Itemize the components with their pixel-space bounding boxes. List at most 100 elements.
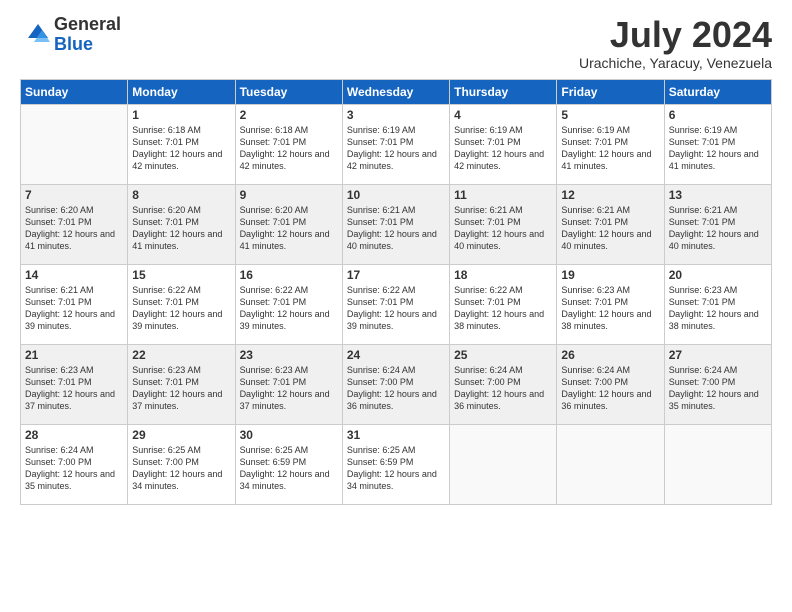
day-number: 23 xyxy=(240,348,338,362)
title-block: July 2024 Urachiche, Yaracuy, Venezuela xyxy=(579,15,772,71)
cell-info: Sunrise: 6:22 AMSunset: 7:01 PMDaylight:… xyxy=(240,284,338,333)
day-number: 4 xyxy=(454,108,552,122)
cell-info: Sunrise: 6:20 AMSunset: 7:01 PMDaylight:… xyxy=(25,204,123,253)
cell-info: Sunrise: 6:23 AMSunset: 7:01 PMDaylight:… xyxy=(132,364,230,413)
day-number: 29 xyxy=(132,428,230,442)
cell-info: Sunrise: 6:19 AMSunset: 7:01 PMDaylight:… xyxy=(561,124,659,173)
logo-text: General Blue xyxy=(54,15,121,55)
day-number: 28 xyxy=(25,428,123,442)
day-number: 18 xyxy=(454,268,552,282)
cell-info: Sunrise: 6:23 AMSunset: 7:01 PMDaylight:… xyxy=(240,364,338,413)
calendar-table: Sunday Monday Tuesday Wednesday Thursday… xyxy=(20,79,772,505)
table-row: 12Sunrise: 6:21 AMSunset: 7:01 PMDayligh… xyxy=(557,184,664,264)
table-row: 8 Sunrise: 6:20 AMSunset: 7:01 PMDaylight… xyxy=(128,184,235,264)
table-row xyxy=(557,424,664,504)
table-row: 22 Sunrise: 6:23 AMSunset: 7:01 PMDayligh… xyxy=(128,344,235,424)
table-row: 21 Sunrise: 6:23 AMSunset: 7:01 PMDayligh… xyxy=(21,344,128,424)
calendar-week-row: 7 Sunrise: 6:20 AMSunset: 7:01 PMDaylight… xyxy=(21,184,772,264)
day-number: 31 xyxy=(347,428,445,442)
cell-info: Sunrise: 6:21 AMSunset: 7:01 PMDaylight:… xyxy=(25,284,123,333)
day-number: 14 xyxy=(25,268,123,282)
calendar-week-row: 21 Sunrise: 6:23 AMSunset: 7:01 PMDayligh… xyxy=(21,344,772,424)
table-row: 27 Sunrise: 6:24 AMSunset: 7:00 PMDayligh… xyxy=(664,344,771,424)
day-number: 5 xyxy=(561,108,659,122)
day-number: 7 xyxy=(25,188,123,202)
cell-info: Sunrise: 6:21 AMSunset: 7:01 PMDaylight:… xyxy=(561,204,659,253)
cell-info: Sunrise: 6:22 AMSunset: 7:01 PMDaylight:… xyxy=(132,284,230,333)
day-number: 10 xyxy=(347,188,445,202)
cell-info: Sunrise: 6:19 AMSunset: 7:01 PMDaylight:… xyxy=(347,124,445,173)
logo-blue: Blue xyxy=(54,35,121,55)
cell-info: Sunrise: 6:23 AMSunset: 7:01 PMDaylight:… xyxy=(669,284,767,333)
table-row: 10Sunrise: 6:21 AMSunset: 7:01 PMDayligh… xyxy=(342,184,449,264)
cell-info: Sunrise: 6:24 AMSunset: 7:00 PMDaylight:… xyxy=(454,364,552,413)
day-number: 13 xyxy=(669,188,767,202)
day-number: 20 xyxy=(669,268,767,282)
cell-info: Sunrise: 6:24 AMSunset: 7:00 PMDaylight:… xyxy=(669,364,767,413)
table-row xyxy=(21,104,128,184)
header: General Blue July 2024 Urachiche, Yaracu… xyxy=(20,15,772,71)
cell-info: Sunrise: 6:22 AMSunset: 7:01 PMDaylight:… xyxy=(347,284,445,333)
table-row: 26Sunrise: 6:24 AMSunset: 7:00 PMDayligh… xyxy=(557,344,664,424)
day-number: 27 xyxy=(669,348,767,362)
cell-info: Sunrise: 6:23 AMSunset: 7:01 PMDaylight:… xyxy=(561,284,659,333)
cell-info: Sunrise: 6:19 AMSunset: 7:01 PMDaylight:… xyxy=(454,124,552,173)
logo-general: General xyxy=(54,15,121,35)
day-number: 25 xyxy=(454,348,552,362)
table-row: 6Sunrise: 6:19 AMSunset: 7:01 PMDaylight… xyxy=(664,104,771,184)
day-number: 15 xyxy=(132,268,230,282)
logo: General Blue xyxy=(20,15,121,55)
cell-info: Sunrise: 6:25 AMSunset: 7:00 PMDaylight:… xyxy=(132,444,230,493)
day-number: 22 xyxy=(132,348,230,362)
day-number: 8 xyxy=(132,188,230,202)
table-row: 31Sunrise: 6:25 AMSunset: 6:59 PMDayligh… xyxy=(342,424,449,504)
day-number: 19 xyxy=(561,268,659,282)
day-number: 16 xyxy=(240,268,338,282)
table-row: 3Sunrise: 6:19 AMSunset: 7:01 PMDaylight… xyxy=(342,104,449,184)
table-row xyxy=(450,424,557,504)
header-thursday: Thursday xyxy=(450,79,557,104)
location: Urachiche, Yaracuy, Venezuela xyxy=(579,55,772,71)
table-row: 24 Sunrise: 6:24 AMSunset: 7:00 PMDayligh… xyxy=(342,344,449,424)
calendar-week-row: 1Sunrise: 6:18 AMSunset: 7:01 PMDaylight… xyxy=(21,104,772,184)
table-row: 29 Sunrise: 6:25 AMSunset: 7:00 PMDayligh… xyxy=(128,424,235,504)
cell-info: Sunrise: 6:19 AMSunset: 7:01 PMDaylight:… xyxy=(669,124,767,173)
table-row: 19 Sunrise: 6:23 AMSunset: 7:01 PMDayligh… xyxy=(557,264,664,344)
table-row: 7 Sunrise: 6:20 AMSunset: 7:01 PMDaylight… xyxy=(21,184,128,264)
table-row: 16 Sunrise: 6:22 AMSunset: 7:01 PMDayligh… xyxy=(235,264,342,344)
header-sunday: Sunday xyxy=(21,79,128,104)
table-row: 4 Sunrise: 6:19 AMSunset: 7:01 PMDaylight… xyxy=(450,104,557,184)
table-row: 2 Sunrise: 6:18 AMSunset: 7:01 PMDaylight… xyxy=(235,104,342,184)
header-tuesday: Tuesday xyxy=(235,79,342,104)
cell-info: Sunrise: 6:20 AMSunset: 7:01 PMDaylight:… xyxy=(132,204,230,253)
table-row: 20 Sunrise: 6:23 AMSunset: 7:01 PMDayligh… xyxy=(664,264,771,344)
header-friday: Friday xyxy=(557,79,664,104)
table-row: 30Sunrise: 6:25 AMSunset: 6:59 PMDayligh… xyxy=(235,424,342,504)
table-row: 17Sunrise: 6:22 AMSunset: 7:01 PMDayligh… xyxy=(342,264,449,344)
cell-info: Sunrise: 6:18 AMSunset: 7:01 PMDaylight:… xyxy=(240,124,338,173)
cell-info: Sunrise: 6:22 AMSunset: 7:01 PMDaylight:… xyxy=(454,284,552,333)
logo-icon xyxy=(20,20,50,50)
day-number: 9 xyxy=(240,188,338,202)
calendar-header-row: Sunday Monday Tuesday Wednesday Thursday… xyxy=(21,79,772,104)
day-number: 24 xyxy=(347,348,445,362)
table-row: 14 Sunrise: 6:21 AMSunset: 7:01 PMDayligh… xyxy=(21,264,128,344)
day-number: 2 xyxy=(240,108,338,122)
cell-info: Sunrise: 6:24 AMSunset: 7:00 PMDaylight:… xyxy=(347,364,445,413)
table-row: 11 Sunrise: 6:21 AMSunset: 7:01 PMDayligh… xyxy=(450,184,557,264)
day-number: 11 xyxy=(454,188,552,202)
cell-info: Sunrise: 6:24 AMSunset: 7:00 PMDaylight:… xyxy=(561,364,659,413)
table-row: 25 Sunrise: 6:24 AMSunset: 7:00 PMDayligh… xyxy=(450,344,557,424)
month-title: July 2024 xyxy=(579,15,772,55)
table-row: 13 Sunrise: 6:21 AMSunset: 7:01 PMDayligh… xyxy=(664,184,771,264)
header-saturday: Saturday xyxy=(664,79,771,104)
cell-info: Sunrise: 6:24 AMSunset: 7:00 PMDaylight:… xyxy=(25,444,123,493)
cell-info: Sunrise: 6:21 AMSunset: 7:01 PMDaylight:… xyxy=(669,204,767,253)
cell-info: Sunrise: 6:21 AMSunset: 7:01 PMDaylight:… xyxy=(454,204,552,253)
day-number: 21 xyxy=(25,348,123,362)
cell-info: Sunrise: 6:23 AMSunset: 7:01 PMDaylight:… xyxy=(25,364,123,413)
table-row: 15 Sunrise: 6:22 AMSunset: 7:01 PMDayligh… xyxy=(128,264,235,344)
cell-info: Sunrise: 6:20 AMSunset: 7:01 PMDaylight:… xyxy=(240,204,338,253)
header-monday: Monday xyxy=(128,79,235,104)
table-row xyxy=(664,424,771,504)
